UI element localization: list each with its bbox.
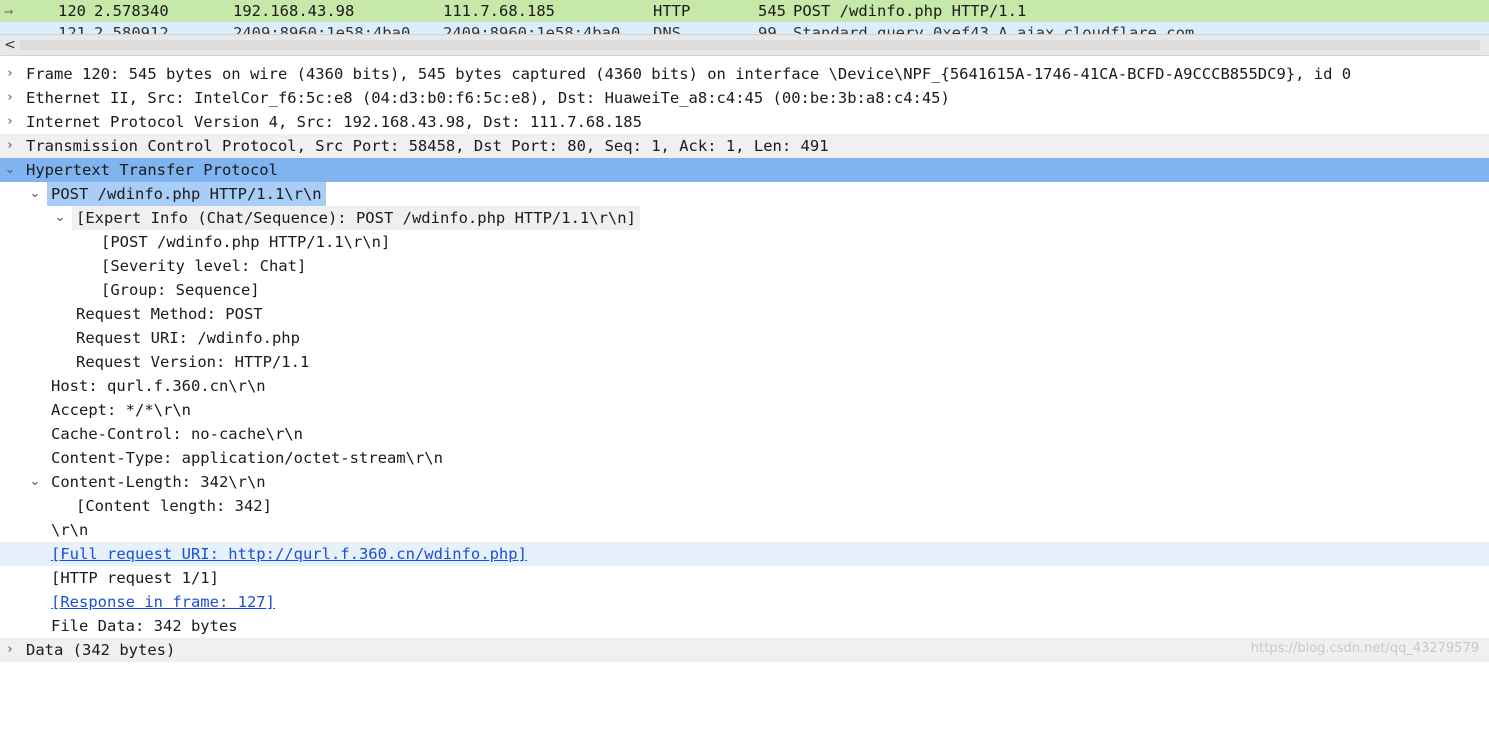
tree-item-accept[interactable]: Accept: */*\r\n bbox=[0, 398, 1489, 422]
chevron-right-icon[interactable]: › bbox=[2, 86, 18, 110]
tree-item-ip[interactable]: › Internet Protocol Version 4, Src: 192.… bbox=[0, 110, 1489, 134]
scrollbar-thumb[interactable] bbox=[20, 40, 1480, 50]
chevron-right-icon[interactable]: › bbox=[2, 62, 18, 86]
packet-number: 120 bbox=[58, 2, 86, 20]
packet-time: 2.580912 bbox=[94, 24, 169, 34]
tree-item-label: [Severity level: Chat] bbox=[101, 257, 307, 275]
tree-item-host[interactable]: Host: qurl.f.360.cn\r\n bbox=[0, 374, 1489, 398]
packet-time: 2.578340 bbox=[94, 2, 169, 20]
packet-destination: 111.7.68.185 bbox=[443, 2, 555, 20]
tree-item-label: Cache-Control: no-cache\r\n bbox=[51, 425, 303, 443]
chevron-down-icon[interactable]: ⌄ bbox=[27, 182, 43, 206]
tree-item-http[interactable]: ⌄ Hypertext Transfer Protocol bbox=[0, 158, 1489, 182]
packet-length: 99 bbox=[758, 24, 777, 34]
tree-item-request-line[interactable]: ⌄ POST /wdinfo.php HTTP/1.1\r\n bbox=[0, 182, 1489, 206]
tree-item-label: POST /wdinfo.php HTTP/1.1\r\n bbox=[47, 182, 326, 206]
tree-item-label: Content-Type: application/octet-stream\r… bbox=[51, 449, 443, 467]
tree-item-label: File Data: 342 bytes bbox=[51, 617, 238, 635]
tree-item-label: Request Version: HTTP/1.1 bbox=[76, 353, 310, 371]
tree-item-ethernet[interactable]: › Ethernet II, Src: IntelCor_f6:5c:e8 (0… bbox=[0, 86, 1489, 110]
tree-item-label: Frame 120: 545 bytes on wire (4360 bits)… bbox=[26, 65, 1352, 83]
tree-item-label: Content-Length: 342\r\n bbox=[51, 473, 266, 491]
chevron-down-icon[interactable]: ⌄ bbox=[27, 470, 43, 494]
tree-item-request-version[interactable]: Request Version: HTTP/1.1 bbox=[0, 350, 1489, 374]
response-in-frame-link[interactable]: [Response in frame: 127] bbox=[51, 590, 275, 614]
packet-details-tree: › Frame 120: 545 bytes on wire (4360 bit… bbox=[0, 62, 1489, 662]
tree-item-label: Data (342 bytes) bbox=[26, 641, 176, 659]
tree-item-cache-control[interactable]: Cache-Control: no-cache\r\n bbox=[0, 422, 1489, 446]
packet-source: 192.168.43.98 bbox=[233, 2, 355, 20]
packet-protocol: DNS bbox=[653, 24, 681, 34]
tree-item-request-method[interactable]: Request Method: POST bbox=[0, 302, 1489, 326]
tree-item-label: Request URI: /wdinfo.php bbox=[76, 329, 300, 347]
tree-item-label: Internet Protocol Version 4, Src: 192.16… bbox=[26, 113, 642, 131]
tree-item-label: Transmission Control Protocol, Src Port:… bbox=[26, 137, 829, 155]
tree-item-content-length[interactable]: ⌄ Content-Length: 342\r\n bbox=[0, 470, 1489, 494]
tree-item-severity[interactable]: [Severity level: Chat] bbox=[0, 254, 1489, 278]
scroll-left-icon[interactable]: < bbox=[2, 35, 18, 55]
chevron-down-icon[interactable]: ⌄ bbox=[2, 158, 18, 182]
tree-item-label: Request Method: POST bbox=[76, 305, 263, 323]
tree-item-label: Hypertext Transfer Protocol bbox=[26, 161, 278, 179]
packet-number: 121 bbox=[58, 24, 86, 34]
watermark: https://blog.csdn.net/qq_43279579 bbox=[1250, 641, 1479, 656]
packet-list: → 120 2.578340 192.168.43.98 111.7.68.18… bbox=[0, 0, 1489, 34]
tree-item-response-in-frame[interactable]: [Response in frame: 127] bbox=[0, 590, 1489, 614]
horizontal-scrollbar[interactable]: < bbox=[0, 34, 1489, 56]
tree-item-label: [Content length: 342] bbox=[76, 497, 272, 515]
tree-item-label: Host: qurl.f.360.cn\r\n bbox=[51, 377, 266, 395]
packet-info: POST /wdinfo.php HTTP/1.1 bbox=[793, 2, 1027, 20]
tree-item-frame[interactable]: › Frame 120: 545 bytes on wire (4360 bit… bbox=[0, 62, 1489, 86]
chevron-right-icon[interactable]: › bbox=[2, 134, 18, 158]
tree-item-crlf[interactable]: \r\n bbox=[0, 518, 1489, 542]
tree-item-tcp[interactable]: › Transmission Control Protocol, Src Por… bbox=[0, 134, 1489, 158]
tree-item-content-length-value[interactable]: [Content length: 342] bbox=[0, 494, 1489, 518]
packet-row[interactable]: 121 2.580912 2409:8960:1e58:4ba0 2409:89… bbox=[0, 22, 1489, 34]
packet-protocol: HTTP bbox=[653, 2, 691, 20]
chevron-right-icon[interactable]: › bbox=[2, 110, 18, 134]
tree-item-label: [HTTP request 1/1] bbox=[51, 569, 219, 587]
tree-item-file-data[interactable]: File Data: 342 bytes bbox=[0, 614, 1489, 638]
chevron-right-icon[interactable]: › bbox=[2, 638, 18, 662]
packet-destination: 2409:8960:1e58:4ba0 bbox=[443, 24, 621, 34]
packet-row-selected[interactable]: → 120 2.578340 192.168.43.98 111.7.68.18… bbox=[0, 0, 1489, 22]
tree-item-http-request[interactable]: [HTTP request 1/1] bbox=[0, 566, 1489, 590]
tree-item-content-type[interactable]: Content-Type: application/octet-stream\r… bbox=[0, 446, 1489, 470]
packet-length: 545 bbox=[758, 2, 786, 20]
tree-item-full-request-uri[interactable]: [Full request URI: http://qurl.f.360.cn/… bbox=[0, 542, 1489, 566]
tree-item-expert-info[interactable]: ⌄ [Expert Info (Chat/Sequence): POST /wd… bbox=[0, 206, 1489, 230]
tree-item-label: Accept: */*\r\n bbox=[51, 401, 191, 419]
full-request-uri-link[interactable]: [Full request URI: http://qurl.f.360.cn/… bbox=[51, 542, 527, 566]
chevron-down-icon[interactable]: ⌄ bbox=[52, 206, 68, 230]
tree-item-label: [Expert Info (Chat/Sequence): POST /wdin… bbox=[72, 206, 640, 230]
tree-item-group[interactable]: [Group: Sequence] bbox=[0, 278, 1489, 302]
tree-item-expert-message[interactable]: [POST /wdinfo.php HTTP/1.1\r\n] bbox=[0, 230, 1489, 254]
request-arrow-icon: → bbox=[4, 2, 14, 20]
tree-item-label: \r\n bbox=[51, 521, 89, 539]
packet-source: 2409:8960:1e58:4ba0 bbox=[233, 24, 411, 34]
tree-item-request-uri[interactable]: Request URI: /wdinfo.php bbox=[0, 326, 1489, 350]
tree-item-label: Ethernet II, Src: IntelCor_f6:5c:e8 (04:… bbox=[26, 89, 950, 107]
tree-item-label: [Group: Sequence] bbox=[101, 281, 260, 299]
tree-item-label: [POST /wdinfo.php HTTP/1.1\r\n] bbox=[101, 233, 391, 251]
packet-info: Standard query 0xef43 A ajax.cloudflare.… bbox=[793, 24, 1195, 34]
